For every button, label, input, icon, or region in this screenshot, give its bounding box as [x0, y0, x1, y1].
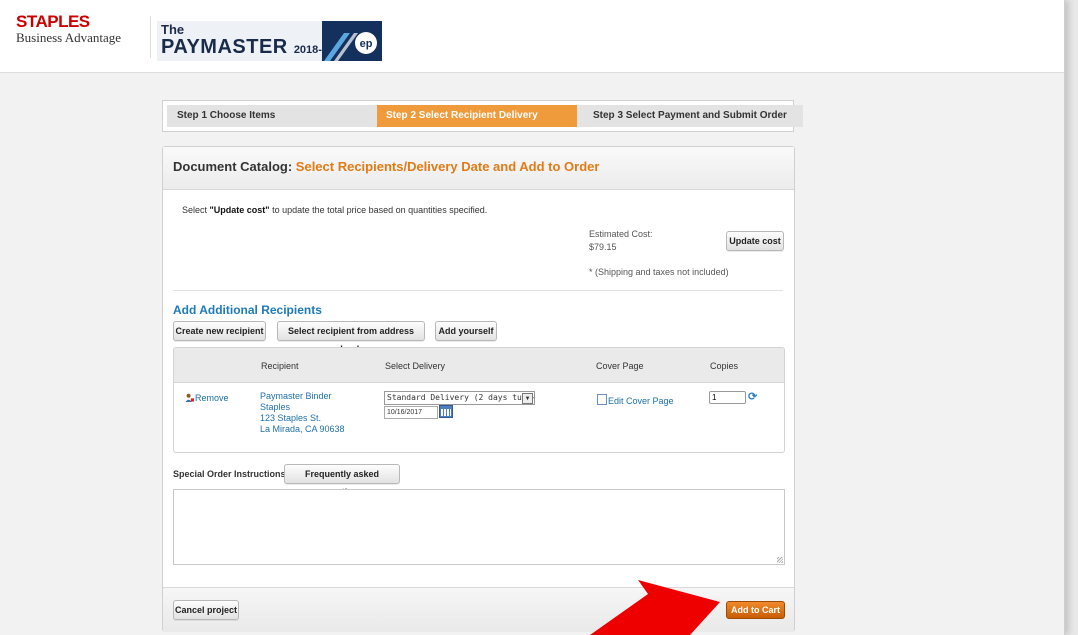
ep-logo-icon: ep — [322, 21, 382, 61]
cancel-project-button[interactable]: Cancel project — [173, 600, 239, 620]
remove-link[interactable]: Remove — [185, 393, 229, 403]
note-prefix: Select — [182, 205, 210, 215]
chevron-down-icon[interactable]: ▼ — [522, 393, 533, 404]
column-copies: Copies — [710, 361, 739, 371]
add-recipients-heading: Add Additional Recipients — [173, 303, 322, 317]
recipients-table: Recipient Select Delivery Cover Page Cop… — [173, 347, 785, 453]
copies-input[interactable]: 1 — [709, 391, 746, 404]
step-1-label: Step 1 Choose Items — [177, 110, 276, 121]
faq-button[interactable]: Frequently asked questions — [284, 464, 400, 497]
estimated-cost-label: Estimated Cost: — [589, 229, 653, 239]
logo-divider — [150, 16, 151, 58]
update-cost-button[interactable]: Update cost — [726, 231, 784, 251]
step-2[interactable]: Step 2 Select Recipient Delivery — [377, 105, 588, 127]
banner-title: PAYMASTER 2018-2019 — [161, 36, 346, 59]
recipient-address[interactable]: Paymaster Binder Staples 123 Staples St.… — [260, 391, 345, 435]
title-highlight: Select Recipients/Delivery Date and Add … — [295, 159, 600, 174]
edit-cover-label: Edit Cover Page — [608, 396, 674, 406]
step-2-label: Step 2 Select Recipient Delivery — [386, 110, 538, 121]
special-instructions-textarea[interactable] — [173, 489, 785, 565]
recipient-street: 123 Staples St. — [260, 413, 322, 423]
ep-badge-text: ep — [360, 38, 373, 50]
red-arrow-annotation-icon — [590, 580, 720, 635]
brand-sub: Business Advantage — [16, 30, 122, 45]
remove-user-icon — [185, 393, 194, 402]
title-prefix: Document Catalog: — [173, 159, 293, 174]
checkout-steps: Step 1 Choose Items Step 2 Select Recipi… — [162, 100, 803, 132]
calendar-icon[interactable] — [439, 405, 453, 418]
resize-handle[interactable] — [777, 557, 783, 563]
divider — [173, 290, 783, 291]
estimated-cost-value: $79.15 — [589, 242, 617, 252]
banner-product-name: PAYMASTER — [161, 36, 288, 58]
step-3[interactable]: Step 3 Select Payment and Submit Order — [577, 105, 803, 127]
column-recipient: Recipient — [261, 361, 299, 371]
recipient-city: La Mirada, CA 90638 — [260, 424, 345, 434]
column-select-delivery: Select Delivery — [385, 361, 446, 371]
delivery-date-input[interactable]: 10/16/2017 — [384, 406, 438, 419]
step-3-label: Step 3 Select Payment and Submit Order — [593, 110, 787, 121]
browser-page: STAPLES Business Advantage The PAYMASTER… — [0, 0, 1065, 635]
site-header: STAPLES Business Advantage The PAYMASTER… — [0, 0, 1064, 73]
recipient-company: Staples — [260, 402, 291, 412]
edit-cover-page-link[interactable]: Edit Cover Page — [597, 394, 674, 406]
banner-the: The — [161, 22, 185, 37]
paymaster-banner: The PAYMASTER 2018-2019 ep — [157, 21, 382, 61]
refresh-icon[interactable]: ⟳ — [748, 390, 757, 403]
add-yourself-button[interactable]: Add yourself — [435, 321, 497, 341]
note-suffix: to update the total price based on quant… — [269, 205, 488, 215]
document-icon — [597, 394, 607, 405]
shipping-note: * (Shipping and taxes not included) — [589, 267, 729, 277]
remove-label: Remove — [195, 393, 229, 403]
step-1[interactable]: Step 1 Choose Items — [167, 105, 389, 127]
column-cover-page: Cover Page — [596, 361, 644, 371]
table-header: Recipient Select Delivery Cover Page Cop… — [174, 348, 784, 383]
page-title: Document Catalog: Select Recipients/Deli… — [173, 159, 599, 174]
recipient-name: Paymaster Binder — [260, 391, 332, 401]
panel-header: Document Catalog: Select Recipients/Deli… — [163, 147, 794, 190]
create-recipient-button[interactable]: Create new recipient — [173, 321, 266, 341]
delivery-select[interactable]: Standard Delivery (2 days turn-around) ▼ — [384, 391, 535, 405]
select-from-address-book-button[interactable]: Select recipient from address book — [277, 321, 425, 354]
brand-name: STAPLES — [16, 12, 90, 31]
note-bold: "Update cost" — [209, 205, 270, 215]
special-instructions-label: Special Order Instructions: — [173, 469, 289, 479]
update-cost-note: Select "Update cost" to update the total… — [182, 205, 487, 215]
delivery-select-value: Standard Delivery (2 days turn-around) — [387, 393, 534, 402]
staples-logo[interactable]: STAPLES Business Advantage — [16, 12, 122, 46]
